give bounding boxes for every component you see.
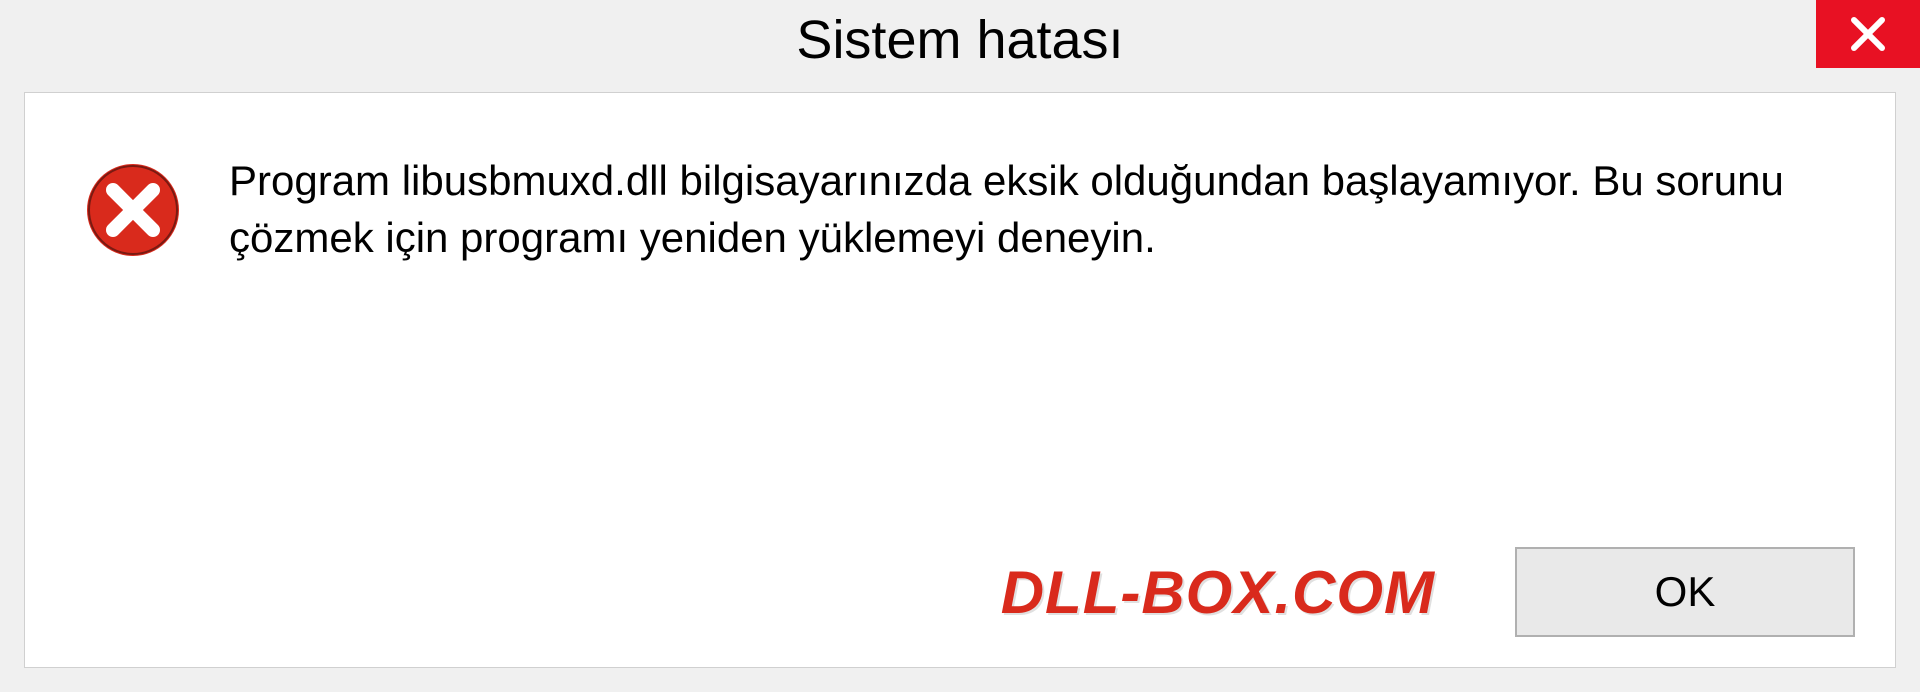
title-bar: Sistem hatası: [0, 0, 1920, 80]
ok-button-label: OK: [1655, 568, 1716, 616]
ok-button[interactable]: OK: [1515, 547, 1855, 637]
footer-row: DLL-BOX.COM OK: [25, 547, 1895, 637]
error-message: Program libusbmuxd.dll bilgisayarınızda …: [229, 153, 1835, 266]
error-icon: [85, 162, 181, 258]
close-icon: [1848, 14, 1888, 54]
close-button[interactable]: [1816, 0, 1920, 68]
dialog-title: Sistem hatası: [796, 9, 1123, 71]
watermark-text: DLL-BOX.COM: [1001, 558, 1435, 627]
content-panel: Program libusbmuxd.dll bilgisayarınızda …: [24, 92, 1896, 668]
message-row: Program libusbmuxd.dll bilgisayarınızda …: [25, 93, 1895, 266]
